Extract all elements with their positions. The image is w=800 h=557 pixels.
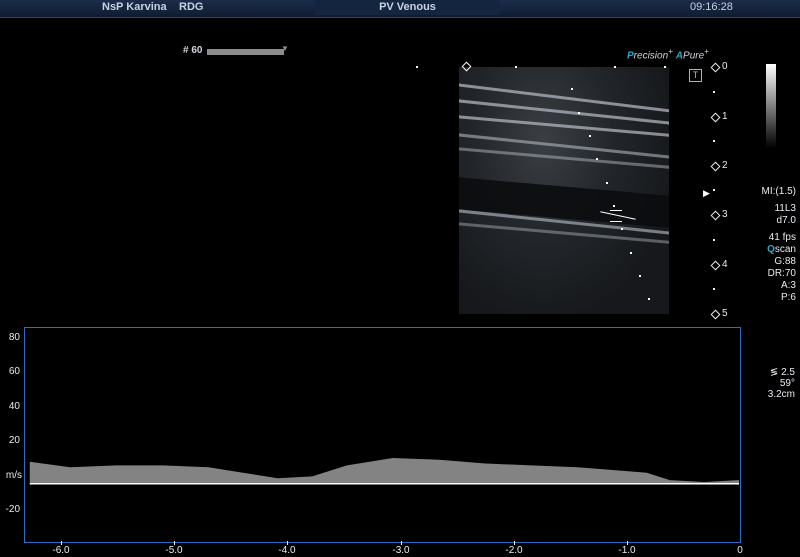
gate-depth-value: 3.2cm <box>767 389 795 400</box>
x-tick-label: -4.0 <box>278 545 296 556</box>
gain-value: G:88 <box>774 256 796 267</box>
x-tick <box>174 541 175 545</box>
y-tick-label: 40 <box>8 401 20 412</box>
x-tick <box>287 541 288 545</box>
frame-rate: 41 fps <box>768 232 796 243</box>
velocity-axis: 80 60 40 20 m/s -20 <box>0 327 24 541</box>
top-dot <box>515 66 517 68</box>
x-tick <box>61 541 62 545</box>
angle-value: 59° <box>779 378 795 389</box>
x-tick-label: -6.0 <box>52 545 70 556</box>
dynamic-range-value: DR:70 <box>767 268 796 279</box>
department-name: RDG <box>179 1 204 13</box>
probe-name: 11L3 <box>774 203 796 214</box>
depth-scale: 0 1 2 3 4 5 <box>705 60 745 322</box>
top-bar: NsP Karvina RDG PV Venous 09:16:28 <box>0 0 800 18</box>
x-tick <box>401 541 402 545</box>
bmode-image[interactable] <box>459 67 669 314</box>
cine-marker-icon: ▼ <box>281 44 289 53</box>
x-tick-label: -5.0 <box>165 545 183 556</box>
imaging-parameters: MI:(1.5) 11L3 d7.0 41 fps Qscan G:88 DR:… <box>744 186 796 304</box>
x-tick-label: 0 <box>737 545 743 556</box>
frame-number: # 60 <box>183 45 203 56</box>
spectrum-envelope <box>29 458 739 484</box>
y-tick-label: 60 <box>8 366 20 377</box>
doppler-spectrum <box>29 458 739 485</box>
exam-preset[interactable]: PV Venous <box>315 0 500 15</box>
grayscale-bar <box>766 64 776 148</box>
x-tick-label: -2.0 <box>505 545 523 556</box>
x-tick <box>514 541 515 545</box>
doppler-parameters: ≶ 2.5 59° 3.2cm <box>755 367 795 400</box>
time-axis: -6.0 -5.0 -4.0 -3.0 -2.0 -1.0 0 <box>0 545 800 557</box>
gate-icon: ≶ <box>769 367 779 378</box>
text-tool-icon[interactable]: T <box>689 69 702 82</box>
x-tick-label: -1.0 <box>618 545 636 556</box>
top-dot <box>614 66 616 68</box>
sample-volume-gate-icon[interactable] <box>600 208 636 224</box>
averaging-value: A:3 <box>780 280 796 291</box>
y-tick-label: 20 <box>8 435 20 446</box>
qscan-label: Qscan <box>767 244 796 255</box>
clock: 09:16:28 <box>690 1 733 13</box>
focus-pointer-icon[interactable]: ▶ <box>703 188 710 199</box>
baseline-unit-label: m/s <box>5 470 22 481</box>
x-tick-label: -3.0 <box>392 545 410 556</box>
y-tick-label: -20 <box>5 504 20 515</box>
sample-volume-value: ≶ 2.5 <box>769 367 795 378</box>
cine-progress-bar[interactable] <box>207 49 284 55</box>
y-tick-label: 80 <box>8 332 20 343</box>
mi-value: MI:(1.5) <box>761 186 796 197</box>
top-dot <box>664 66 666 68</box>
depth-value: d7.0 <box>776 215 796 226</box>
hospital-name: NsP Karvina <box>102 1 167 13</box>
x-tick <box>627 541 628 545</box>
persistence-value: P:6 <box>780 292 796 303</box>
image-enhancement-label: Precision+ APure+ <box>627 46 710 62</box>
top-dot <box>416 66 418 68</box>
